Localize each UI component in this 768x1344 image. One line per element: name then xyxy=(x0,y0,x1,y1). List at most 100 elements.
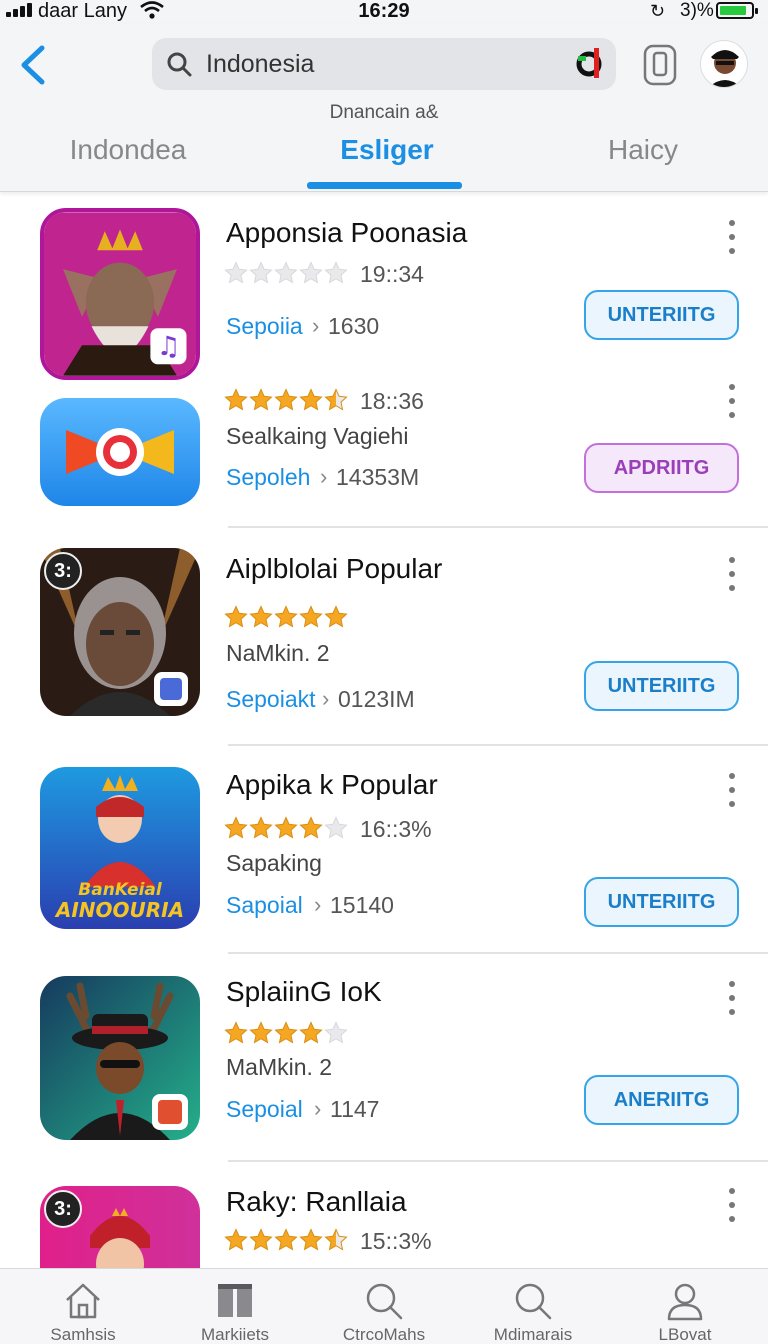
book-icon xyxy=(218,1284,252,1317)
more-options-icon[interactable] xyxy=(724,1188,740,1224)
list-item[interactable]: SplaiinG IoK MaMkin. 2 Sepoial › 1147 AN… xyxy=(0,954,768,1166)
star-icon xyxy=(274,261,298,284)
more-options-icon[interactable] xyxy=(724,981,740,1017)
nav-item-markiiets[interactable]: Markiiets xyxy=(160,1269,310,1344)
install-button[interactable]: ANERIITG xyxy=(584,1075,739,1125)
chevron-right-icon: › xyxy=(314,1096,322,1121)
search-icon xyxy=(515,1283,552,1320)
more-options-icon[interactable] xyxy=(724,220,740,256)
divider xyxy=(228,1160,768,1162)
app-subtitle: MaMkin. 2 xyxy=(226,1054,333,1080)
header-subtitle: Dnancain a& xyxy=(329,102,439,123)
rating-stars xyxy=(224,605,354,631)
app-category-link[interactable]: Sepoleh xyxy=(226,464,310,491)
star-icon xyxy=(224,388,248,411)
app-icon[interactable] xyxy=(40,976,200,1140)
app-subtitle: NaMkin. 2 xyxy=(226,640,330,666)
tab-esliger[interactable]: Esliger xyxy=(277,134,497,166)
list-item[interactable]: BanKeial AINOOURIA Appika k Popular 16::… xyxy=(0,746,768,954)
app-category-link[interactable]: Sepoiakt xyxy=(226,686,316,713)
rating-time: 19::34 xyxy=(360,261,424,287)
nav-label: Mdimarais xyxy=(493,1325,573,1344)
wifi-icon xyxy=(140,1,164,19)
list-item[interactable]: 18::36 Sealkaing Vagiehi Sepoleh › 14353… xyxy=(0,384,768,528)
star-icon xyxy=(224,1228,248,1251)
chevron-right-icon: › xyxy=(314,892,322,917)
app-title[interactable]: Appika k Popular xyxy=(226,769,438,801)
star-icon xyxy=(324,1021,348,1044)
list-item[interactable]: 3: Aiplblolai Popular NaMkin. 2 Sepoiakt… xyxy=(0,528,768,746)
app-category-link[interactable]: Sepoial xyxy=(226,1096,303,1123)
home-icon xyxy=(66,1283,100,1319)
tab-haicy[interactable]: Haicy xyxy=(533,134,753,166)
star-icon xyxy=(224,605,248,628)
nav-item-samhsis[interactable]: Samhsis xyxy=(8,1269,158,1344)
install-button[interactable]: APDRIITG xyxy=(584,443,739,493)
app-icon[interactable]: ♫ xyxy=(40,208,200,380)
search-input[interactable] xyxy=(206,38,566,90)
phone-icon[interactable] xyxy=(643,44,677,86)
person-icon xyxy=(667,1283,703,1321)
rating-stars xyxy=(224,816,354,842)
avatar[interactable] xyxy=(700,40,748,88)
star-icon xyxy=(274,605,298,628)
rank-badge: 3: xyxy=(44,552,82,590)
carrier-name: daar Lany xyxy=(38,0,127,22)
app-category-link[interactable]: Sapoial xyxy=(226,892,303,919)
star-icon xyxy=(274,388,298,411)
svg-text:BanKeial: BanKeial xyxy=(78,880,163,900)
app-title[interactable]: Raky: Ranllaia xyxy=(226,1186,407,1218)
tab-indondea[interactable]: Indondea xyxy=(18,134,238,166)
rating-time: 16::3% xyxy=(360,816,432,842)
star-icon xyxy=(224,816,248,839)
app-icon[interactable]: BanKeial AINOOURIA xyxy=(40,767,200,929)
svg-text:♫: ♫ xyxy=(157,331,181,362)
app-subtitle: Sealkaing Vagiehi xyxy=(226,423,409,449)
install-button[interactable]: UNTERIITG xyxy=(584,877,739,927)
star-icon xyxy=(324,261,348,284)
star-icon xyxy=(324,1228,348,1251)
chevron-right-icon: › xyxy=(322,686,330,711)
nav-label: LBovat xyxy=(658,1325,712,1344)
rating-stars xyxy=(224,388,354,414)
brand-logo-icon[interactable] xyxy=(574,46,608,82)
rating-stars xyxy=(224,261,354,287)
install-button[interactable]: UNTERIITG xyxy=(584,290,739,340)
star-icon xyxy=(249,1228,273,1251)
star-icon xyxy=(299,816,323,839)
list-item[interactable]: ♫ Apponsia Poonasia 19::34 Sepoiia › 163… xyxy=(0,193,768,388)
list-item[interactable]: 3: Raky: Ranllaia 15::3% xyxy=(0,1166,768,1268)
star-icon xyxy=(299,1021,323,1044)
app-category-link[interactable]: Sepoiia xyxy=(226,313,303,340)
bottom-nav: Samhsis Markiiets CtrcoMahs Mdimarais LB… xyxy=(0,1268,768,1344)
star-icon xyxy=(324,605,348,628)
header: Dnancain a& Indondea Esliger Haicy xyxy=(0,24,768,192)
star-icon xyxy=(274,1021,298,1044)
nav-item-ctrcomahs[interactable]: CtrcoMahs xyxy=(309,1269,459,1344)
star-icon xyxy=(324,816,348,839)
rating-stars xyxy=(224,1021,354,1047)
nav-item-lbovat[interactable]: LBovat xyxy=(610,1269,760,1344)
nav-label: Samhsis xyxy=(50,1325,116,1344)
app-size: 1630 xyxy=(328,313,380,339)
install-button[interactable]: UNTERIITG xyxy=(584,661,739,711)
nav-item-mdimarais[interactable]: Mdimarais xyxy=(458,1269,608,1344)
nav-label: Markiiets xyxy=(200,1325,269,1344)
more-options-icon[interactable] xyxy=(724,773,740,809)
star-icon xyxy=(224,1021,248,1044)
more-options-icon[interactable] xyxy=(724,557,740,593)
chevron-right-icon: › xyxy=(320,464,328,489)
star-icon xyxy=(299,388,323,411)
battery-icon xyxy=(716,2,758,19)
more-options-icon[interactable] xyxy=(724,384,740,420)
back-chevron-icon[interactable] xyxy=(14,42,54,88)
app-title[interactable]: Apponsia Poonasia xyxy=(226,217,467,249)
rating-time: 18::36 xyxy=(360,388,424,414)
search-bar[interactable] xyxy=(152,38,616,90)
app-title[interactable]: Aiplblolai Popular xyxy=(226,553,442,585)
status-bar: daar Lany 16:29 ↻ 3)% xyxy=(0,0,768,24)
star-icon xyxy=(324,388,348,411)
app-title[interactable]: SplaiinG IoK xyxy=(226,976,382,1008)
app-size: 14353M xyxy=(336,464,420,490)
app-icon[interactable] xyxy=(40,398,200,506)
